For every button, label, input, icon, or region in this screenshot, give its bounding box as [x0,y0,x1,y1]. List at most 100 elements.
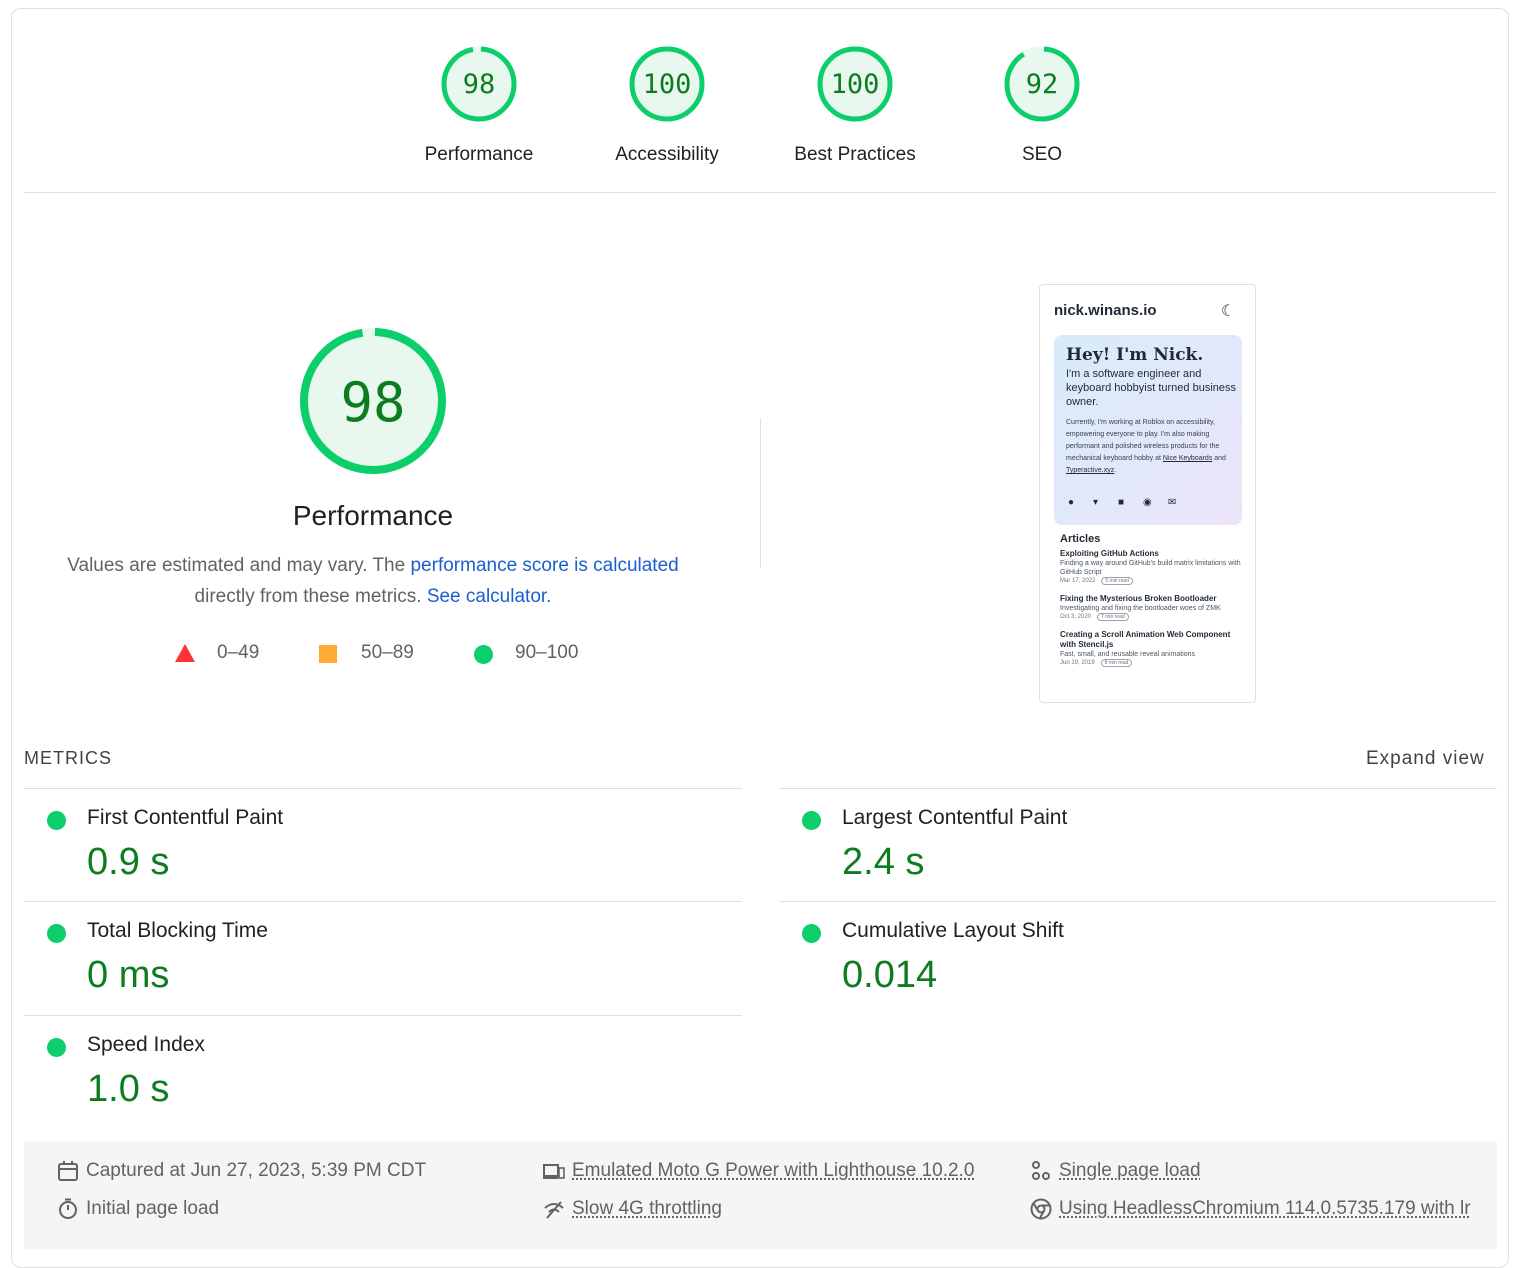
score-calculated-link[interactable]: performance score is calculated [410,555,678,576]
calendar-icon [57,1160,79,1182]
gauge-label: Performance [399,144,559,166]
metric-lcp: Largest Contentful Paint 2.4 s [779,788,1497,900]
gauge-score: 98 [399,44,559,124]
hero-link: Typeractive.xyz [1066,467,1114,474]
list-item: Creating a Scroll Animation Web Componen… [1060,630,1245,668]
see-calculator-link[interactable]: See calculator. [427,586,552,607]
articles-title: Articles [1060,533,1245,545]
article-meta: Jun 19, 2019 8 min read [1060,659,1245,668]
signal-icon [543,1198,565,1220]
pass-circle-icon [47,924,66,943]
expand-view-button[interactable]: Expand view [1366,748,1485,770]
hero-text: and [1212,455,1226,462]
timer-icon [57,1198,79,1220]
hero-paragraph: Currently, I'm working at Roblox on acce… [1066,417,1236,477]
github-icon: ● [1068,497,1074,508]
final-screenshot[interactable]: nick.winans.io ☾ Hey! I'm Nick. I'm a so… [1039,284,1256,703]
gauge-label: Best Practices [775,144,935,166]
hero-card: Hey! I'm Nick. I'm a software engineer a… [1054,335,1242,525]
gauge-score: 92 [962,44,1122,124]
read-time-badge: 5 min read [1101,577,1133,585]
pass-circle-icon [802,924,821,943]
linkedin-icon: ■ [1118,497,1124,508]
article-title: Exploiting GitHub Actions [1060,549,1245,559]
read-time-badge: 8 min read [1101,659,1133,667]
category-gauges: 98 Performance 100 Accessibility 100 Bes… [0,0,1520,193]
article-desc: Finding a way around GitHub's build matr… [1060,559,1245,577]
metric-value: 0.9 s [87,841,169,884]
vertical-divider [760,418,761,568]
session-icon [1030,1160,1052,1182]
hero-text: . [1114,467,1116,474]
article-title: Creating a Scroll Animation Web Componen… [1060,630,1245,650]
mail-icon: ✉ [1168,497,1176,508]
social-links: ● ▾ ■ ◉ ✉ [1068,497,1238,509]
discord-icon: ◉ [1143,497,1152,508]
circle-icon [474,645,493,664]
metric-name: Cumulative Layout Shift [842,919,1064,943]
article-title: Fixing the Mysterious Broken Bootloader [1060,594,1245,604]
article-date: Mar 17, 2022 [1060,578,1095,584]
throttling-text[interactable]: Slow 4G throttling [572,1197,722,1221]
metric-value: 2.4 s [842,841,924,884]
gauge-accessibility[interactable]: 100 Accessibility [587,44,747,166]
single-text[interactable]: Single page load [1059,1159,1201,1183]
read-time-badge: 7 min read [1097,613,1129,621]
pass-circle-icon [47,1038,66,1057]
chrome-icon [1030,1198,1052,1220]
performance-description: Values are estimated and may vary. The p… [60,550,686,612]
articles-section: Articles Exploiting GitHub Actions Findi… [1060,533,1245,676]
metric-fcp: First Contentful Paint 0.9 s [24,788,742,900]
metric-value: 1.0 s [87,1068,169,1111]
metric-si: Speed Index 1.0 s [24,1015,742,1127]
hero-link: Nice Keyboards [1163,455,1212,462]
metrics-header: METRICS [24,748,112,769]
metric-name: Total Blocking Time [87,919,268,943]
gauge-performance[interactable]: 98 Performance [399,44,559,166]
gauge-seo[interactable]: 92 SEO [962,44,1122,166]
article-desc: Investigating and fixing the bootloader … [1060,604,1245,613]
runtime-settings: Captured at Jun 27, 2023, 5:39 PM CDT In… [24,1141,1497,1249]
performance-title: Performance [173,500,573,532]
metric-value: 0.014 [842,954,937,997]
initial-text: Initial page load [86,1197,219,1221]
legend-pass-label: 90–100 [515,642,578,664]
twitter-icon: ▾ [1093,497,1098,508]
site-title: nick.winans.io [1054,302,1157,319]
metric-value: 0 ms [87,954,169,997]
metric-name: Speed Index [87,1033,205,1057]
score-legend: 0–49 50–89 90–100 [0,640,760,670]
gauge-label: SEO [962,144,1122,166]
gauge-label: Accessibility [587,144,747,166]
divider [24,192,1496,193]
triangle-icon [175,644,195,662]
square-icon [319,645,337,663]
legend-average-label: 50–89 [361,642,414,664]
article-meta: Oct 3, 2020 7 min read [1060,613,1245,622]
article-desc: Fast, small, and reusable reveal animati… [1060,650,1245,659]
moon-icon: ☾ [1221,301,1235,321]
hero-subtitle: I'm a software engineer and keyboard hob… [1066,367,1236,409]
performance-gauge: 98 [296,324,450,478]
gauge-score: 100 [775,44,935,124]
metric-tbt: Total Blocking Time 0 ms [24,901,742,1013]
browser-text[interactable]: Using HeadlessChromium 114.0.5735.179 wi… [1059,1197,1471,1221]
list-item: Fixing the Mysterious Broken Bootloader … [1060,594,1245,622]
hero-title: Hey! I'm Nick. [1066,345,1203,365]
pass-circle-icon [47,811,66,830]
article-date: Oct 3, 2020 [1060,614,1091,620]
desc-text: Values are estimated and may vary. The [67,555,410,576]
article-date: Jun 19, 2019 [1060,660,1095,666]
pass-circle-icon [802,811,821,830]
gauge-best-practices[interactable]: 100 Best Practices [775,44,935,166]
article-meta: Mar 17, 2022 5 min read [1060,577,1245,586]
metric-name: Largest Contentful Paint [842,806,1067,830]
desc-text: directly from these metrics. [195,586,427,607]
list-item: Exploiting GitHub Actions Finding a way … [1060,549,1245,586]
device-text[interactable]: Emulated Moto G Power with Lighthouse 10… [572,1159,974,1183]
devices-icon [543,1160,565,1182]
legend-fail-label: 0–49 [217,642,259,664]
metric-cls: Cumulative Layout Shift 0.014 [779,901,1497,1013]
performance-score: 98 [296,324,450,478]
gauge-score: 100 [587,44,747,124]
